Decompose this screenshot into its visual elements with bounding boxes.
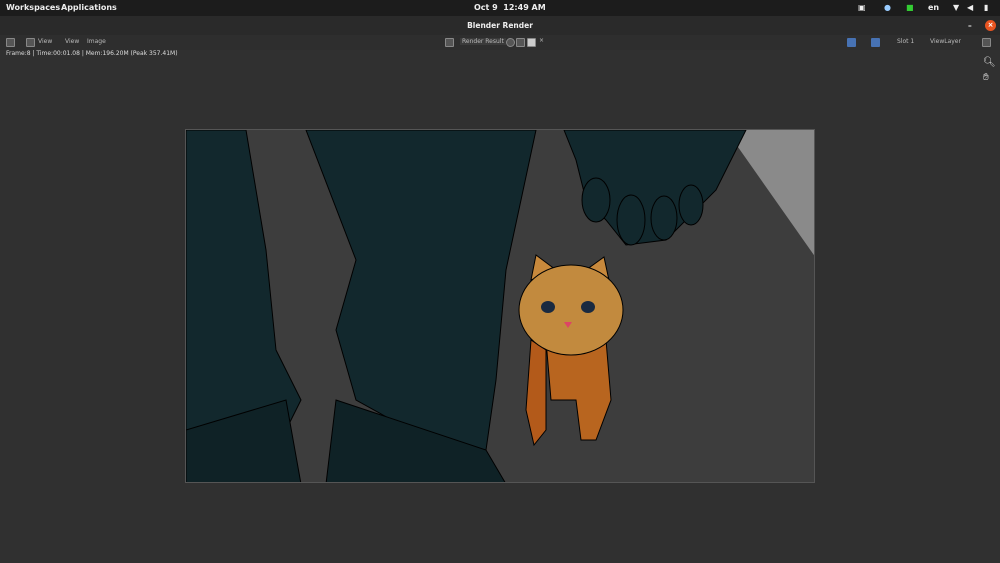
image-editor-header: View View Image Render Result × Slot 1 V… [0, 35, 1000, 50]
minimize-button[interactable]: – [968, 16, 972, 35]
window-title: Blender Render [467, 21, 533, 30]
date: Oct 9 [474, 3, 498, 12]
close-button[interactable]: × [985, 20, 996, 31]
language-indicator[interactable]: en [928, 3, 939, 12]
wifi-icon[interactable]: ▼ [953, 3, 959, 12]
display-icon[interactable]: ▣ [858, 3, 866, 12]
fake-user-icon[interactable] [506, 38, 515, 47]
leg-left [186, 130, 302, 431]
system-top-bar: Workspaces Applications Oct 9 12:49 AM ▣… [0, 0, 1000, 16]
view-layer-dropdown[interactable]: ViewLayer [930, 38, 961, 45]
gizmo-icon[interactable] [847, 38, 856, 47]
cat [518, 254, 624, 447]
unlink-icon[interactable]: × [539, 37, 544, 44]
folder-icon[interactable] [527, 38, 536, 47]
volume-icon[interactable]: ◀ [967, 3, 973, 12]
rendered-scene [186, 130, 814, 482]
view-mode-icon[interactable] [26, 38, 35, 47]
editor-type-icon[interactable] [6, 38, 15, 47]
render-result-image [185, 129, 815, 483]
network-status-icon[interactable]: ● [884, 3, 891, 12]
hand-pan-icon[interactable]: ✋︎ [983, 72, 989, 83]
view-mode-dropdown[interactable]: View [38, 38, 52, 45]
view-menu[interactable]: View [65, 38, 79, 45]
window-title-bar: Blender Render – × [0, 16, 1000, 35]
lock-icon[interactable]: ■ [906, 3, 914, 12]
zoom-icon[interactable]: 🔍︎ [983, 57, 996, 68]
time: 12:49 AM [503, 3, 546, 12]
slot-dropdown[interactable]: Slot 1 [897, 38, 914, 45]
workspaces-menu[interactable]: Workspaces [6, 3, 60, 12]
light-wall [726, 130, 814, 256]
image-name-field[interactable]: Render Result [460, 38, 506, 45]
browse-image-icon[interactable] [445, 38, 454, 47]
image-menu[interactable]: Image [87, 38, 106, 45]
duplicate-icon[interactable] [516, 38, 525, 47]
applications-menu[interactable]: Applications [61, 3, 117, 12]
clock[interactable]: Oct 9 12:49 AM [474, 3, 546, 12]
battery-icon[interactable]: ▮ [984, 3, 988, 12]
render-stats: Frame:8 | Time:00:01.08 | Mem:196.20M (P… [6, 50, 178, 57]
overlay-icon[interactable] [871, 38, 880, 47]
display-channels-icon[interactable] [982, 38, 991, 47]
